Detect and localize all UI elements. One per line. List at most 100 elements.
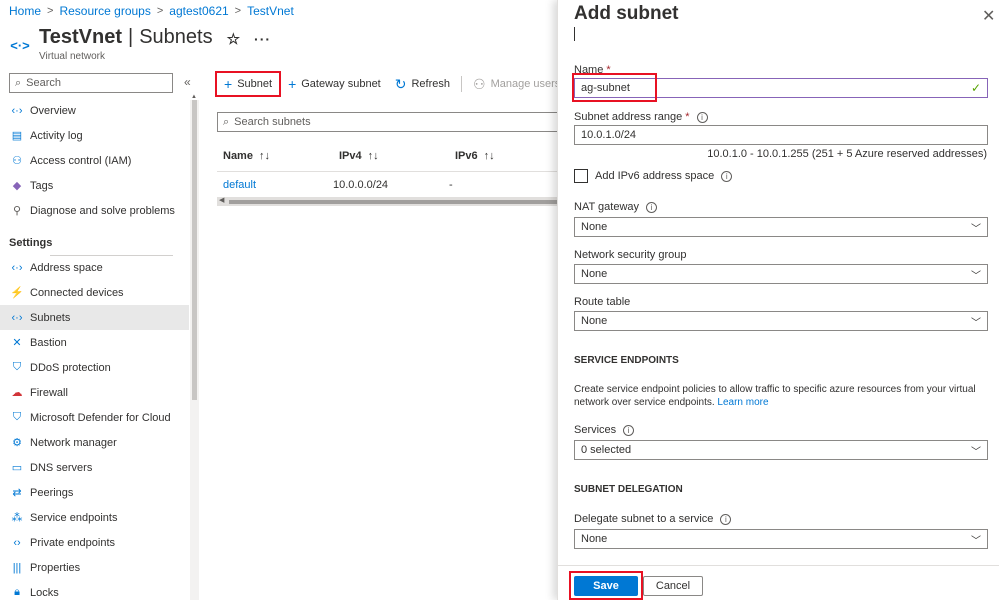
nav-item-ddos[interactable]: ⛉ DDoS protection [0,355,189,380]
add-subnet-button[interactable]: + Subnet [215,71,282,97]
breadcrumb-vnet[interactable]: TestVnet [247,4,294,18]
nav-item-properties[interactable]: ||| Properties [0,555,189,580]
nav-item-subnets[interactable]: ‹·› Subnets [0,305,189,330]
shield-icon: ⛉ [12,361,22,373]
vnet-icon: ‹·› [11,311,23,324]
info-icon[interactable]: i [720,513,732,525]
info-icon[interactable]: i [721,170,733,182]
nav-item-locks[interactable]: 🔒︎ Locks [0,580,189,600]
nav-item-bastion[interactable]: ✕ Bastion [0,330,189,355]
add-subnet-blade: Add subnet ✕ Name * ag-subnet ✓ Subnet ad… [557,0,999,600]
breadcrumb-home[interactable]: Home [9,4,41,18]
section-name: Subnets [139,26,213,48]
nav-item-service-endpoints[interactable]: ⁂ Service endpoints [0,505,189,530]
vnet-icon: ‹·› [11,261,23,274]
services-label: Services i [574,424,635,436]
nav-item-connected-devices[interactable]: ⚡ Connected devices [0,280,189,305]
sort-icon[interactable]: ↑↓ [259,150,270,162]
lock-icon: 🔒︎ [14,586,20,598]
nav-section-settings: Settings [9,237,53,249]
resource-name: TestVnet [39,26,122,48]
subnet-ipv6: - [449,178,453,191]
chevron-down-icon: ﹀ [971,317,981,329]
route-table-label: Route table [574,296,631,308]
close-icon[interactable]: ✕ [982,6,995,26]
scroll-left-icon[interactable]: ◀ [219,196,224,204]
nav-item-private-endpoints[interactable]: ‹› Private endpoints [0,530,189,555]
nav-search-input[interactable]: ⌕ Search [9,73,173,93]
table-horizontal-scrollbar[interactable]: ◀ [217,196,562,206]
info-icon[interactable]: i [646,201,658,213]
required-marker: * [685,111,690,123]
column-header-name[interactable]: Name ↑↓ [223,150,339,162]
bastion-icon: ✕ [12,337,22,349]
cancel-button[interactable]: Cancel [643,576,703,596]
services-select[interactable]: 0 selected ﹀ [574,440,988,460]
blade-title: Add subnet [574,3,679,24]
plug-icon: ⚡ [10,287,24,299]
manage-users-button[interactable]: ⚇ Manage users [466,71,567,97]
ipv6-checkbox[interactable] [574,169,588,183]
dns-icon: ▭ [11,462,23,474]
nav-item-dns-servers[interactable]: ▭ DNS servers [0,455,189,480]
learn-more-link[interactable]: Learn more [717,397,768,408]
breadcrumb-resource-groups[interactable]: Resource groups [59,4,150,18]
checkmark-icon: ✓ [970,81,981,95]
nav-item-tags[interactable]: ◆ Tags [0,173,189,198]
vnet-icon: <·> [10,37,30,53]
plus-icon: + [288,76,297,92]
toolbar: + Subnet + Gateway subnet ↻ Refresh ⚇ Ma… [215,71,567,97]
nav-item-address-space[interactable]: ‹·› Address space [0,255,189,280]
resource-type: Virtual network [39,51,105,62]
scrollbar-thumb[interactable] [229,200,562,204]
nsg-select[interactable]: None ﹀ [574,264,988,284]
iam-icon: ⚇ [12,155,22,167]
properties-icon: ||| [12,561,22,574]
chevron-down-icon: ﹀ [971,446,981,458]
address-range-label: Subnet address range * i [574,111,708,123]
table-row[interactable]: default 10.0.0.0/24 - [217,171,562,198]
nav-item-iam[interactable]: ⚇ Access control (IAM) [0,148,189,173]
wrench-icon: ⚲ [12,205,22,217]
address-range-input[interactable]: 10.0.1.0/24 [574,125,988,145]
star-icon[interactable]: ☆ [227,30,240,48]
vnet-icon: ‹·› [11,104,23,117]
subnet-name-link[interactable]: default [217,179,333,191]
delegate-select[interactable]: None ﹀ [574,529,988,549]
breadcrumb-resource-group[interactable]: agtest0621 [169,4,228,18]
sort-icon[interactable]: ↑↓ [484,150,495,162]
search-icon: ⌕ [223,115,230,128]
users-icon: ⚇ [473,75,486,92]
nat-gateway-select[interactable]: None ﹀ [574,217,988,237]
nav-item-network-manager[interactable]: ⚙ Network manager [0,430,189,455]
nav-item-peerings[interactable]: ⇄ Peerings [0,480,189,505]
column-header-ipv6[interactable]: IPv6 ↑↓ [455,150,555,162]
nav-item-defender[interactable]: ⛉ Microsoft Defender for Cloud [0,405,189,430]
name-highlight-box [572,73,657,102]
collapse-icon[interactable]: « [184,75,191,89]
nav-item-activity-log[interactable]: ▤ Activity log [0,123,189,148]
nav-item-firewall[interactable]: ☁ Firewall [0,380,189,405]
service-endpoints-heading: SERVICE ENDPOINTS [574,355,679,366]
subnet-search-input[interactable]: ⌕ Search subnets [217,112,567,132]
nat-gateway-label: NAT gateway i [574,201,658,213]
left-nav: ‹·› Overview ▤ Activity log ⚇ Access contro… [0,98,189,600]
ipv6-checkbox-row[interactable]: Add IPv6 address space i [574,169,733,183]
more-icon[interactable]: ··· [254,31,271,47]
nav-scrollbar[interactable]: ▲ [190,94,199,600]
nav-item-overview[interactable]: ‹·› Overview [0,98,189,123]
sort-icon[interactable]: ↑↓ [368,150,379,162]
column-header-ipv4[interactable]: IPv4 ↑↓ [339,150,455,162]
route-table-select[interactable]: None ﹀ [574,311,988,331]
add-gateway-subnet-button[interactable]: + Gateway subnet [281,71,388,97]
info-icon[interactable]: i [623,424,635,436]
firewall-icon: ☁ [11,387,23,399]
divider [50,255,173,256]
nav-item-diagnose[interactable]: ⚲ Diagnose and solve problems [0,198,189,223]
plus-icon: + [224,76,233,92]
scrollbar-thumb[interactable] [192,100,197,400]
info-icon[interactable]: i [696,111,708,123]
refresh-button[interactable]: ↻ Refresh [388,71,457,97]
chevron-right-icon: > [234,5,242,17]
address-range-hint: 10.0.1.0 - 10.0.1.255 (251 + 5 Azure res… [707,148,987,160]
